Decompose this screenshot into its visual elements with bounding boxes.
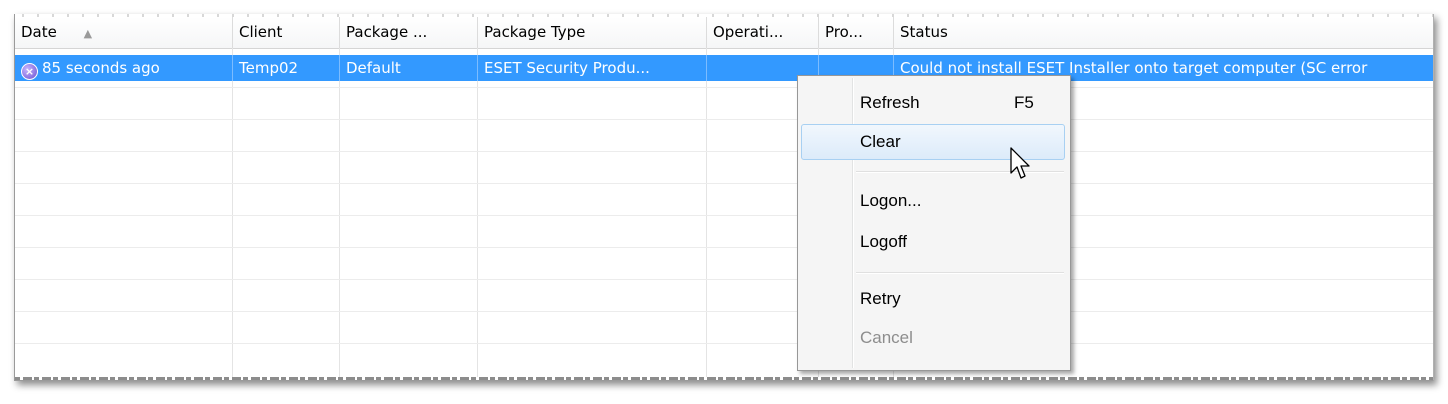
column-divider [706, 48, 707, 380]
column-header-date[interactable]: Date ▲ [15, 17, 233, 48]
sort-ascending-icon: ▲ [83, 27, 93, 40]
menu-separator [856, 171, 1064, 173]
menu-separator [856, 272, 1064, 274]
column-divider [232, 48, 233, 380]
row-divider [15, 311, 1433, 312]
menu-item-refresh-shortcut: F5 [1014, 93, 1034, 112]
torn-edge-bottom [15, 377, 1433, 380]
menu-item-logoff-label: Logoff [860, 232, 907, 251]
column-header-row: Date ▲ Client Package ... Package Type O… [15, 17, 1433, 49]
column-header-status[interactable]: Status [894, 17, 1433, 48]
menu-item-clear-label: Clear [860, 132, 901, 151]
column-header-package[interactable]: Package ... [340, 17, 478, 48]
column-header-package-type-label: Package Type [484, 23, 586, 41]
row-divider [15, 279, 1433, 280]
column-header-package-type[interactable]: Package Type [478, 17, 707, 48]
row-divider [15, 87, 1433, 88]
cell-package-type: ESET Security Produ... [478, 55, 707, 81]
column-header-status-label: Status [900, 23, 948, 41]
menu-item-logon-label: Logon... [860, 191, 922, 210]
row-divider [15, 183, 1433, 184]
column-header-progress[interactable]: Pro... [819, 17, 894, 48]
cell-date: × 85 seconds ago [15, 55, 233, 81]
cell-date-text: 85 seconds ago [42, 59, 160, 77]
menu-item-retry-label: Retry [860, 289, 901, 308]
row-divider [15, 119, 1433, 120]
row-divider [15, 247, 1433, 248]
menu-item-refresh[interactable]: Refresh F5 [801, 85, 1065, 121]
menu-item-cancel-label: Cancel [860, 328, 913, 347]
column-header-progress-label: Pro... [825, 23, 863, 41]
column-divider [339, 48, 340, 380]
column-divider [477, 48, 478, 380]
column-header-package-label: Package ... [346, 23, 428, 41]
row-divider [15, 343, 1433, 344]
cell-client: Temp02 [233, 55, 340, 81]
column-header-operation[interactable]: Operati... [707, 17, 819, 48]
row-divider [15, 151, 1433, 152]
error-circle-icon: × [21, 63, 38, 80]
menu-item-cancel: Cancel [801, 320, 1065, 356]
menu-item-retry[interactable]: Retry [801, 281, 1065, 317]
column-header-client[interactable]: Client [233, 17, 340, 48]
mouse-pointer-icon [1010, 147, 1030, 179]
menu-item-refresh-label: Refresh [860, 93, 920, 112]
screenshot-frame: Date ▲ Client Package ... Package Type O… [14, 14, 1434, 381]
menu-item-logoff[interactable]: Logoff [801, 224, 1065, 260]
row-divider [15, 215, 1433, 216]
menu-item-logon[interactable]: Logon... [801, 183, 1065, 219]
context-menu: Refresh F5 Clear Logon... Logoff Retry C… [797, 75, 1071, 371]
column-header-date-label: Date [21, 23, 57, 41]
table-row[interactable]: × 85 seconds ago Temp02 Default ESET Secu… [15, 55, 1433, 81]
column-header-client-label: Client [239, 23, 283, 41]
column-header-operation-label: Operati... [713, 23, 784, 41]
cell-package: Default [340, 55, 478, 81]
